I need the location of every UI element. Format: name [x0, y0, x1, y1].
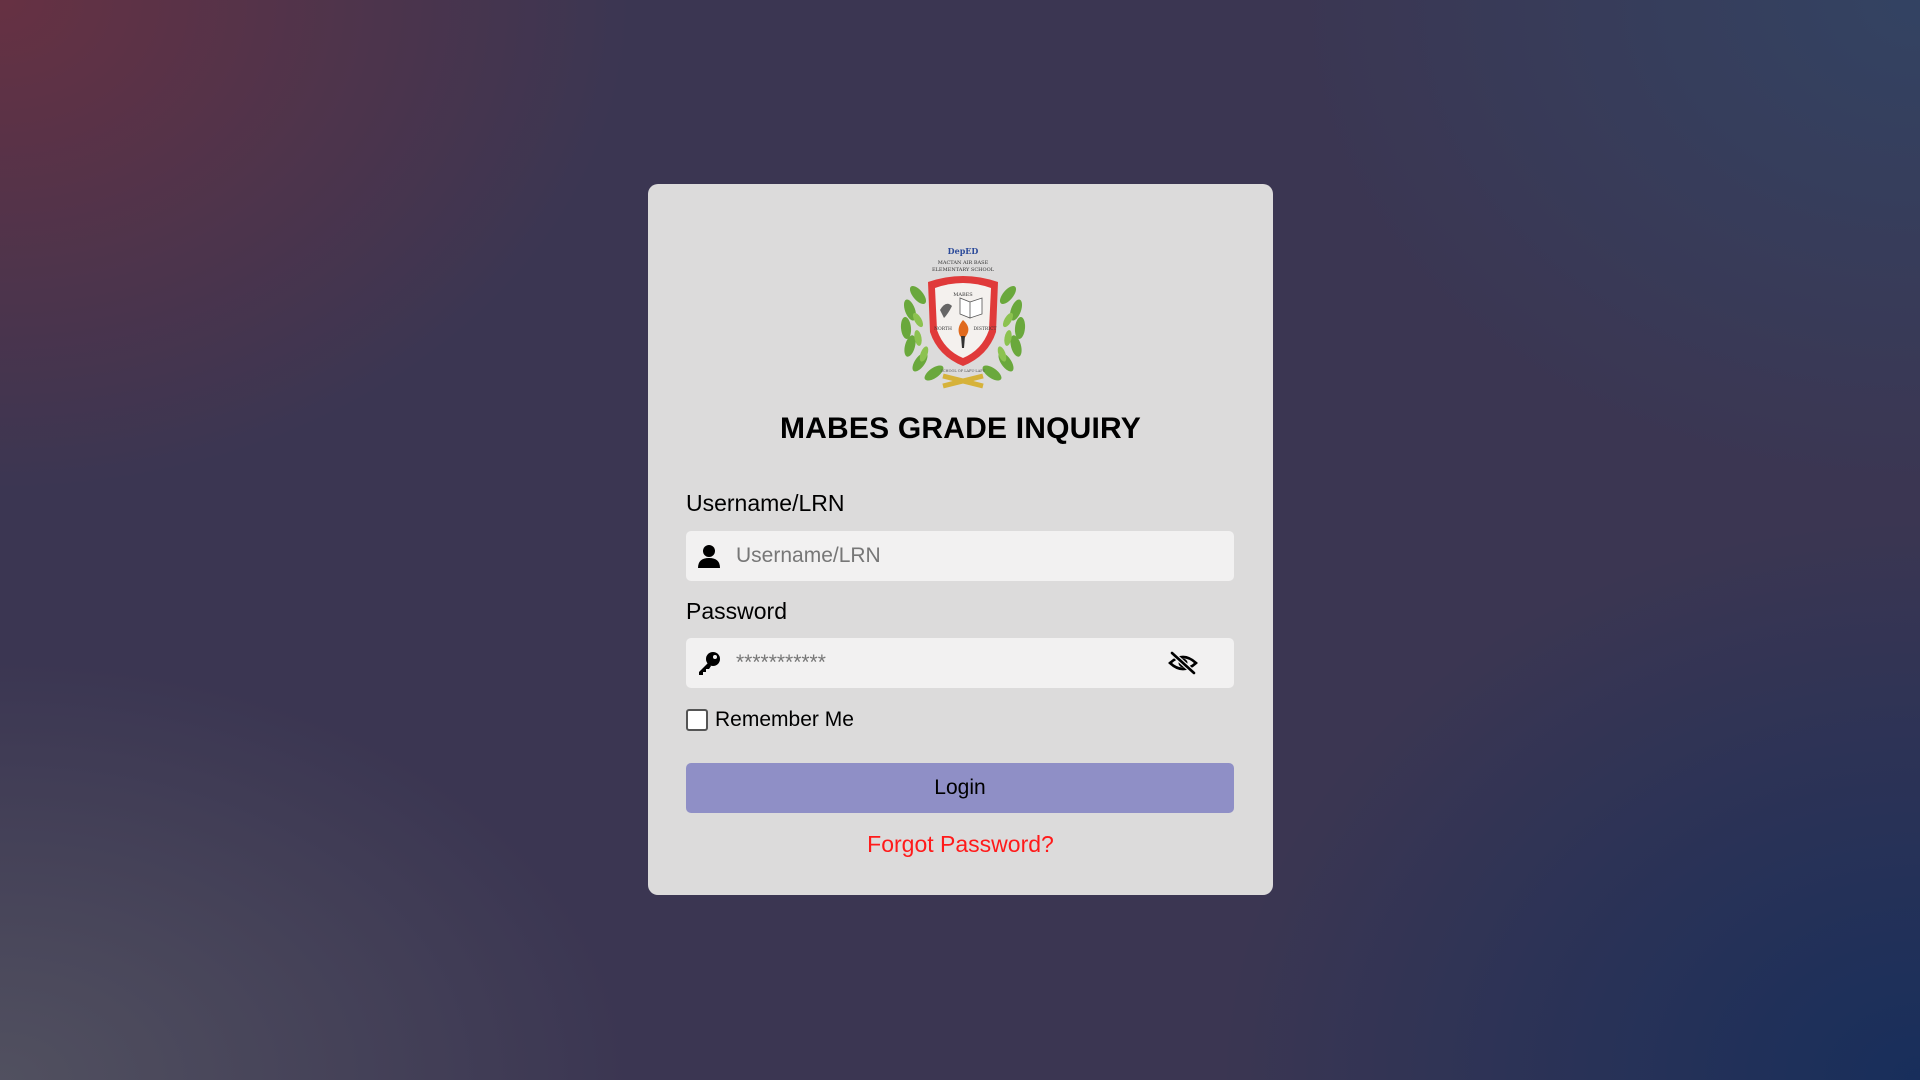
logo-bottom-text: SCHOOL OF LAPU-LAPU — [940, 369, 985, 373]
school-logo: DepED MACTAN AIR BASE ELEMENTARY SCHOOL … — [900, 246, 1026, 389]
password-input[interactable] — [736, 638, 1156, 688]
username-field[interactable] — [686, 531, 1234, 581]
username-label: Username/LRN — [686, 490, 845, 516]
key-icon — [699, 652, 720, 675]
login-card: DepED MACTAN AIR BASE ELEMENTARY SCHOOL … — [648, 184, 1273, 895]
remember-me-checkbox[interactable] — [686, 709, 708, 731]
remember-me-label[interactable]: Remember Me — [715, 708, 854, 732]
svg-text:MACTAN AIR BASE: MACTAN AIR BASE — [938, 260, 989, 266]
login-button[interactable]: Login — [686, 763, 1234, 813]
logo-right-text: DISTRICT — [973, 326, 996, 332]
page-title: MABES GRADE INQUIRY — [779, 412, 1142, 445]
logo-top-text: DepED — [948, 246, 979, 256]
svg-text:ELEMENTARY SCHOOL: ELEMENTARY SCHOOL — [932, 267, 995, 273]
username-input[interactable] — [736, 531, 1156, 581]
remember-me[interactable]: Remember Me — [686, 707, 854, 733]
logo-left-text: NORTH — [934, 326, 952, 332]
password-label: Password — [686, 598, 787, 624]
password-field[interactable] — [686, 638, 1234, 688]
user-icon — [698, 545, 720, 568]
eye-slash-icon[interactable] — [1168, 650, 1198, 676]
forgot-password-link[interactable]: Forgot Password? — [648, 831, 1273, 858]
logo-shield-text: MABES — [953, 292, 973, 298]
